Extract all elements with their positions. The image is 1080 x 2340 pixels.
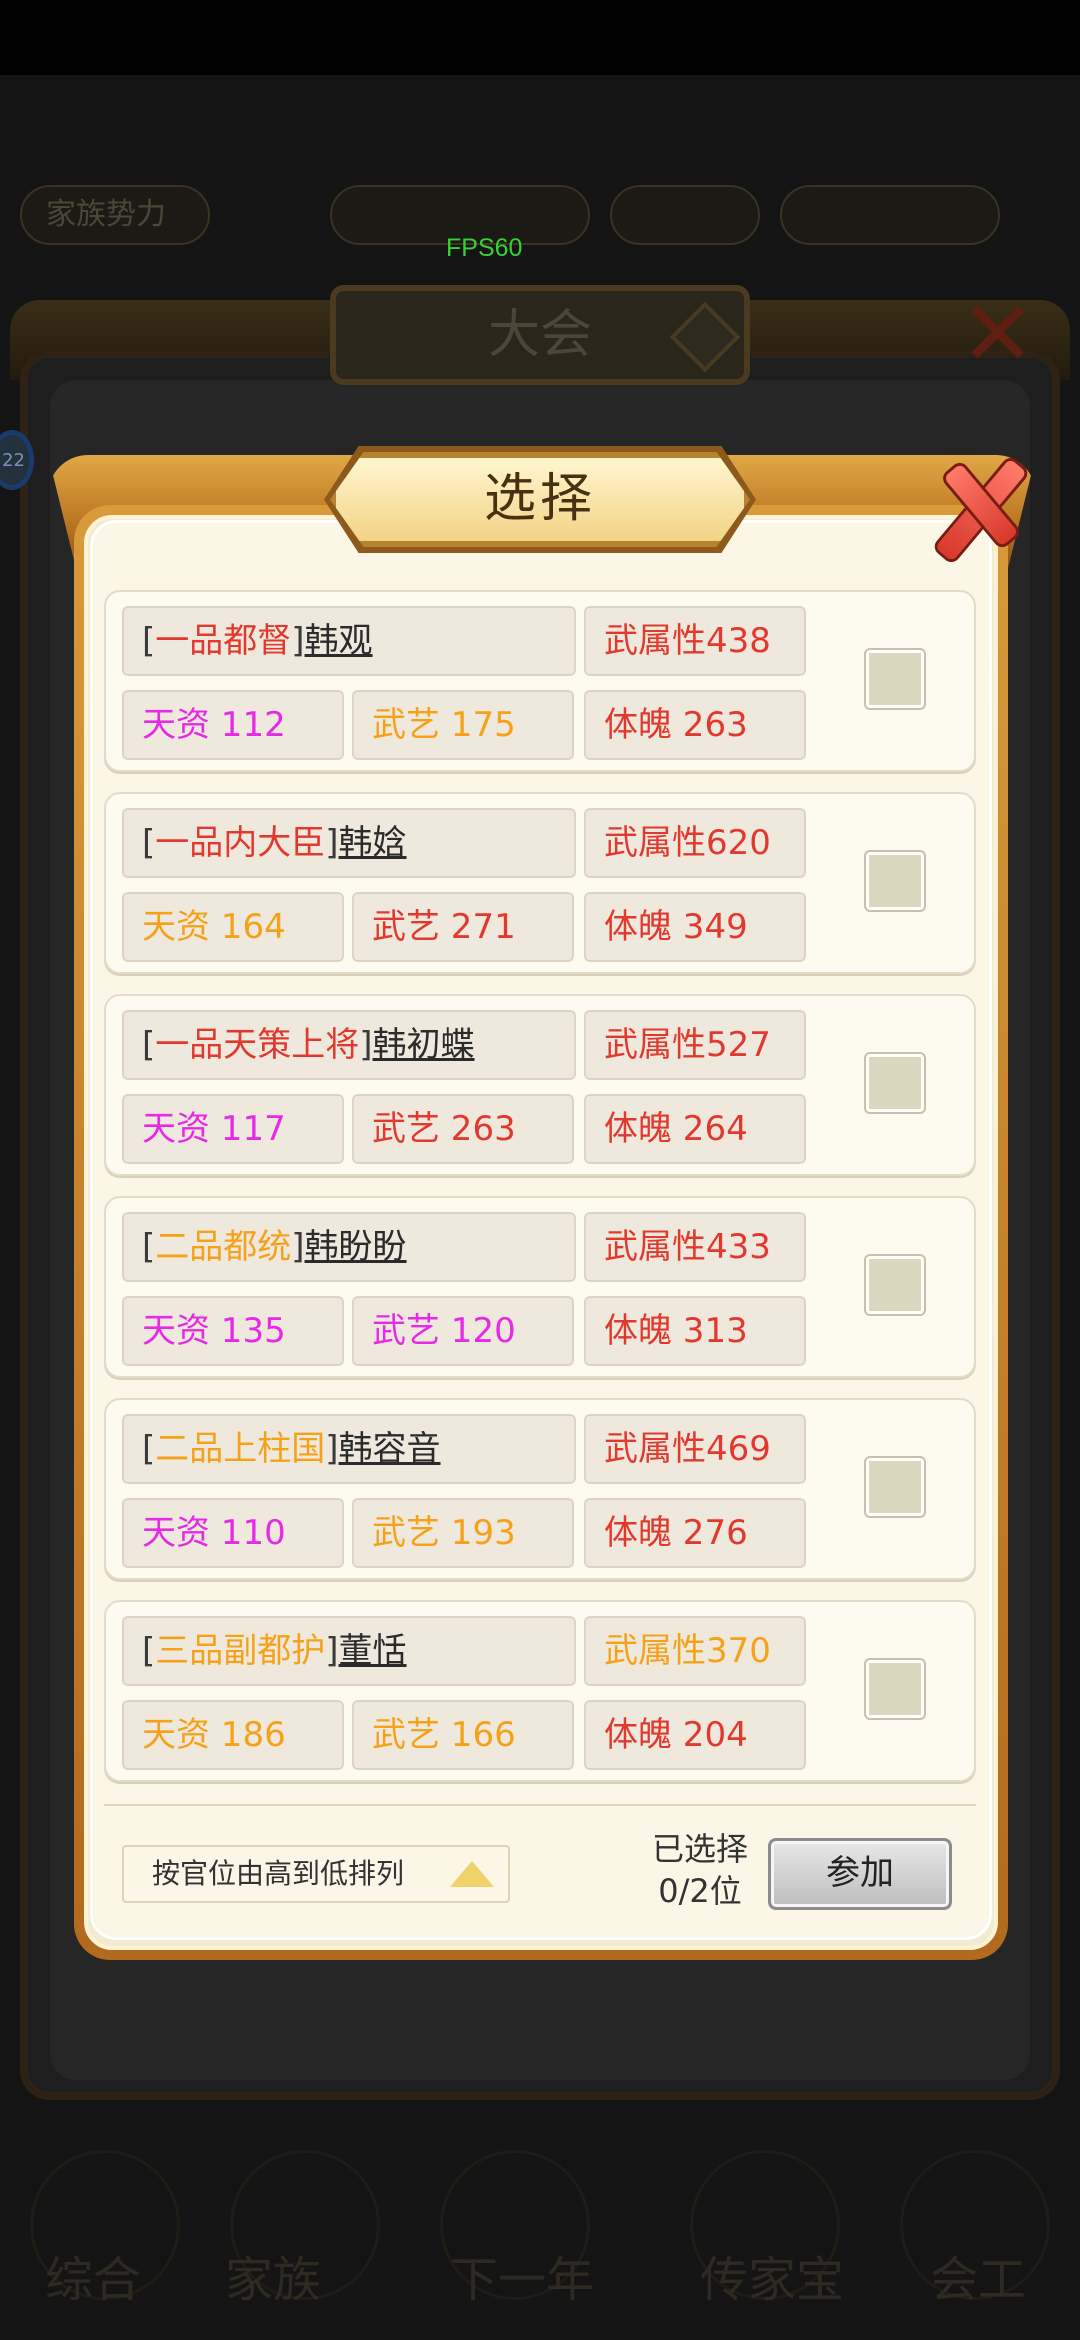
physique-stat: 体魄 349 (584, 892, 806, 962)
parent-title: 大会 (487, 305, 592, 365)
candidate-name-link[interactable]: 董恬 (339, 1631, 407, 1671)
candidate-title: [二品上柱国]韩容音 (122, 1414, 576, 1484)
candidate-name-link[interactable]: 韩盼盼 (305, 1227, 407, 1267)
candidate-rank: 二品都统 (155, 1227, 292, 1267)
join-button[interactable]: 参加 (768, 1838, 952, 1910)
martial-attribute: 武属性370 (584, 1616, 806, 1686)
candidate-rank: 一品天策上将 (155, 1025, 360, 1065)
candidate-card[interactable]: [二品上柱国]韩容音 武属性469 天资 110 武艺 193 体魄 276 (104, 1398, 976, 1580)
nav-item: 传家宝 (700, 2252, 845, 2308)
talent-stat: 天资 186 (122, 1700, 344, 1770)
selection-status: 已选择 0/2位 (640, 1828, 760, 1912)
candidate-rank: 二品上柱国 (155, 1429, 326, 1469)
talent-stat: 天资 110 (122, 1498, 344, 1568)
parent-close-icon: ✕ (960, 282, 1036, 387)
candidate-rank: 一品内大臣 (155, 823, 326, 863)
sort-arrow-icon (450, 1861, 494, 1887)
sort-label: 按官位由高到低排列 (152, 1857, 405, 1890)
candidate-title: [一品内大臣]韩娢 (122, 808, 576, 878)
selected-label: 已选择 (651, 1830, 748, 1868)
candidate-card[interactable]: [一品内大臣]韩娢 武属性620 天资 164 武艺 271 体魄 349 (104, 792, 976, 974)
martial-skill-stat: 武艺 271 (352, 892, 574, 962)
nav-item: 下一年 (450, 2252, 595, 2308)
select-checkbox[interactable] (864, 1254, 926, 1316)
candidate-card[interactable]: [一品都督]韩观 武属性438 天资 112 武艺 175 体魄 263 (104, 590, 976, 772)
nav-item: 综合 (45, 2252, 142, 2308)
select-checkbox[interactable] (864, 850, 926, 912)
physique-stat: 体魄 264 (584, 1094, 806, 1164)
martial-attribute: 武属性620 (584, 808, 806, 878)
candidate-card[interactable]: [三品副都护]董恬 武属性370 天资 186 武艺 166 体魄 204 (104, 1600, 976, 1782)
talent-stat: 天资 135 (122, 1296, 344, 1366)
select-checkbox[interactable] (864, 1052, 926, 1114)
martial-attribute: 武属性527 (584, 1010, 806, 1080)
candidate-card[interactable]: [一品天策上将]韩初蝶 武属性527 天资 117 武艺 263 体魄 264 (104, 994, 976, 1176)
candidate-name-link[interactable]: 韩初蝶 (373, 1025, 475, 1065)
fps-counter: FPS60 (446, 234, 523, 262)
martial-skill-stat: 武艺 120 (352, 1296, 574, 1366)
select-checkbox[interactable] (864, 1456, 926, 1518)
candidate-card[interactable]: [二品都统]韩盼盼 武属性433 天资 135 武艺 120 体魄 313 (104, 1196, 976, 1378)
talent-stat: 天资 117 (122, 1094, 344, 1164)
nav-item: 会工 (930, 2252, 1027, 2308)
bottom-nav: 综合 家族 下一年 传家宝 会工 (0, 2140, 1080, 2340)
candidate-title: [一品天策上将]韩初蝶 (122, 1010, 576, 1080)
martial-attribute: 武属性433 (584, 1212, 806, 1282)
candidate-rank: 三品副都护 (155, 1631, 326, 1671)
candidate-name-link[interactable]: 韩容音 (339, 1429, 441, 1469)
candidate-title: [二品都统]韩盼盼 (122, 1212, 576, 1282)
talent-stat: 天资 164 (122, 892, 344, 962)
candidate-name-link[interactable]: 韩娢 (339, 823, 407, 863)
martial-skill-stat: 武艺 175 (352, 690, 574, 760)
martial-attribute: 武属性438 (584, 606, 806, 676)
nav-item: 家族 (225, 2252, 322, 2308)
bg-top-pill (610, 185, 760, 245)
divider (104, 1804, 976, 1806)
bg-top-pill (780, 185, 1000, 245)
selected-count: 0/2位 (658, 1872, 742, 1910)
dialog-title: 选择 (483, 469, 596, 529)
martial-skill-stat: 武艺 263 (352, 1094, 574, 1164)
sort-button[interactable]: 按官位由高到低排列 (122, 1845, 510, 1903)
martial-skill-stat: 武艺 166 (352, 1700, 574, 1770)
talent-stat: 天资 112 (122, 690, 344, 760)
physique-stat: 体魄 263 (584, 690, 806, 760)
physique-stat: 体魄 204 (584, 1700, 806, 1770)
dialog-title-plaque: 选择 (324, 446, 756, 553)
select-checkbox[interactable] (864, 648, 926, 710)
physique-stat: 体魄 313 (584, 1296, 806, 1366)
close-button[interactable] (918, 450, 1038, 570)
candidate-list[interactable]: [一品都督]韩观 武属性438 天资 112 武艺 175 体魄 263 [一品内大臣]韩… (104, 590, 976, 1810)
candidate-title: [三品副都护]董恬 (122, 1616, 576, 1686)
candidate-rank: 一品都督 (155, 621, 292, 661)
martial-attribute: 武属性469 (584, 1414, 806, 1484)
candidate-title: [一品都督]韩观 (122, 606, 576, 676)
martial-skill-stat: 武艺 193 (352, 1498, 574, 1568)
bg-top-pill: 家族势力 (20, 185, 210, 245)
select-checkbox[interactable] (864, 1658, 926, 1720)
candidate-name-link[interactable]: 韩观 (305, 621, 373, 661)
physique-stat: 体魄 276 (584, 1498, 806, 1568)
